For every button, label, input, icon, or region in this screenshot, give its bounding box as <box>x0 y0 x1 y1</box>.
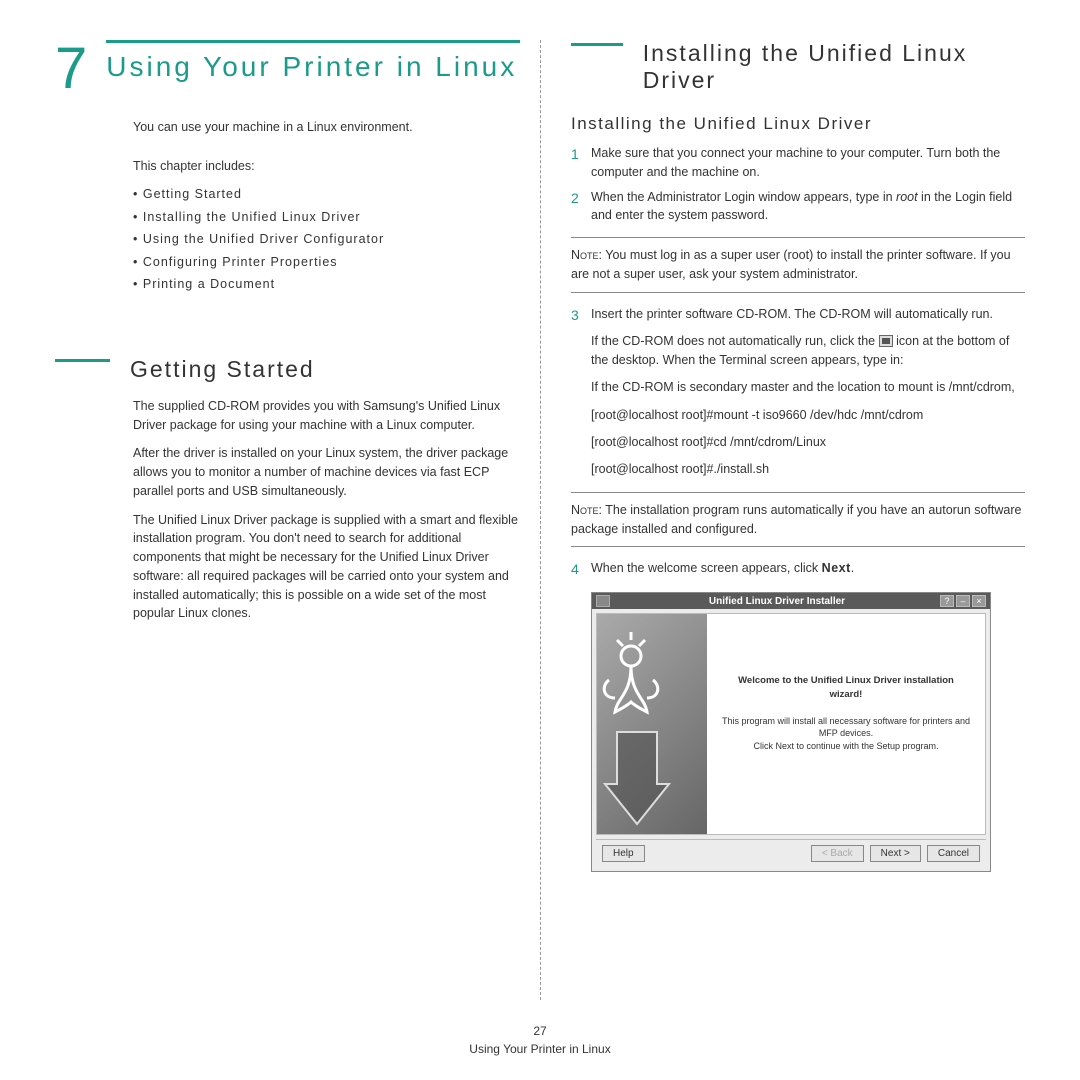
step-text: Make sure that you connect your machine … <box>591 144 1025 182</box>
terminal-icon <box>879 335 893 347</box>
wizard-sidebar-image <box>597 614 707 834</box>
chapter-toc: This chapter includes: Getting Started I… <box>133 155 520 296</box>
step-item: 1 Make sure that you connect your machin… <box>571 144 1025 182</box>
section-title: Getting Started <box>130 356 315 383</box>
help-button[interactable]: Help <box>602 845 645 862</box>
command-line: [root@localhost root]#./install.sh <box>591 460 1025 479</box>
close-icon[interactable]: × <box>972 595 986 607</box>
paragraph: The supplied CD-ROM provides you with Sa… <box>133 397 520 435</box>
back-button: < Back <box>811 845 864 862</box>
toc-item: Using the Unified Driver Configurator <box>133 228 520 251</box>
step-number: 1 <box>571 144 591 182</box>
note-box: Note: You must log in as a super user (r… <box>571 237 1025 293</box>
toc-item: Getting Started <box>133 183 520 206</box>
chapter-intro: You can use your machine in a Linux envi… <box>133 118 520 137</box>
command-line: [root@localhost root]#mount -t iso9660 /… <box>591 406 1025 425</box>
wizard-button-bar: Help < Back Next > Cancel <box>596 839 986 867</box>
command-line: [root@localhost root]#cd /mnt/cdrom/Linu… <box>591 433 1025 452</box>
wizard-content: Welcome to the Unified Linux Driver inst… <box>707 614 985 834</box>
toc-heading: This chapter includes: <box>133 155 520 178</box>
window-titlebar: Unified Linux Driver Installer ? – × <box>592 593 990 609</box>
note-label: Note <box>571 503 599 517</box>
note-label: Note <box>571 248 599 262</box>
step-sub: If the CD-ROM is secondary master and th… <box>591 378 1025 397</box>
minimize-icon[interactable]: – <box>956 595 970 607</box>
step-item: 3 Insert the printer software CD-ROM. Th… <box>571 305 1025 326</box>
help-window-icon[interactable]: ? <box>940 595 954 607</box>
step-number: 3 <box>571 305 591 326</box>
toc-item: Printing a Document <box>133 273 520 296</box>
page-number: 27 <box>0 1022 1080 1040</box>
chapter-header: 7 Using Your Printer in Linux <box>55 40 520 98</box>
note-box: Note: The installation program runs auto… <box>571 492 1025 548</box>
note-text: : You must log in as a super user (root)… <box>571 248 1011 281</box>
next-button[interactable]: Next > <box>870 845 921 862</box>
wizard-line: Click Next to continue with the Setup pr… <box>721 740 971 753</box>
footer-title: Using Your Printer in Linux <box>0 1040 1080 1058</box>
section-header: Getting Started <box>55 356 520 383</box>
paragraph: The Unified Linux Driver package is supp… <box>133 511 520 624</box>
window-title: Unified Linux Driver Installer <box>616 596 938 607</box>
installer-window: Unified Linux Driver Installer ? – × <box>591 592 991 872</box>
step-number: 2 <box>571 188 591 226</box>
window-icon <box>596 595 610 607</box>
step-text: Insert the printer software CD-ROM. The … <box>591 305 1025 326</box>
step-item: 2 When the Administrator Login window ap… <box>571 188 1025 226</box>
section-title: Installing the Unified Linux Driver <box>643 40 1025 94</box>
section-bar-icon <box>55 359 110 362</box>
page-footer: 27 Using Your Printer in Linux <box>0 1022 1080 1058</box>
chapter-number: 7 <box>55 40 88 98</box>
step-number: 4 <box>571 559 591 580</box>
chapter-title: Using Your Printer in Linux <box>106 40 520 84</box>
section-subtitle: Installing the Unified Linux Driver <box>571 114 1025 134</box>
toc-item: Configuring Printer Properties <box>133 251 520 274</box>
paragraph: After the driver is installed on your Li… <box>133 444 520 500</box>
step-text: When the welcome screen appears, click N… <box>591 559 1025 580</box>
cancel-button[interactable]: Cancel <box>927 845 980 862</box>
wizard-welcome: Welcome to the Unified Linux Driver inst… <box>721 674 971 701</box>
section-header: Installing the Unified Linux Driver <box>571 40 1025 94</box>
step-item: 4 When the welcome screen appears, click… <box>571 559 1025 580</box>
note-text: : The installation program runs automati… <box>571 503 1021 536</box>
section-bar-icon <box>571 43 623 46</box>
toc-item: Installing the Unified Linux Driver <box>133 206 520 229</box>
step-sub: If the CD-ROM does not automatically run… <box>591 332 1025 371</box>
wizard-line: This program will install all necessary … <box>721 715 971 740</box>
step-text: When the Administrator Login window appe… <box>591 188 1025 226</box>
